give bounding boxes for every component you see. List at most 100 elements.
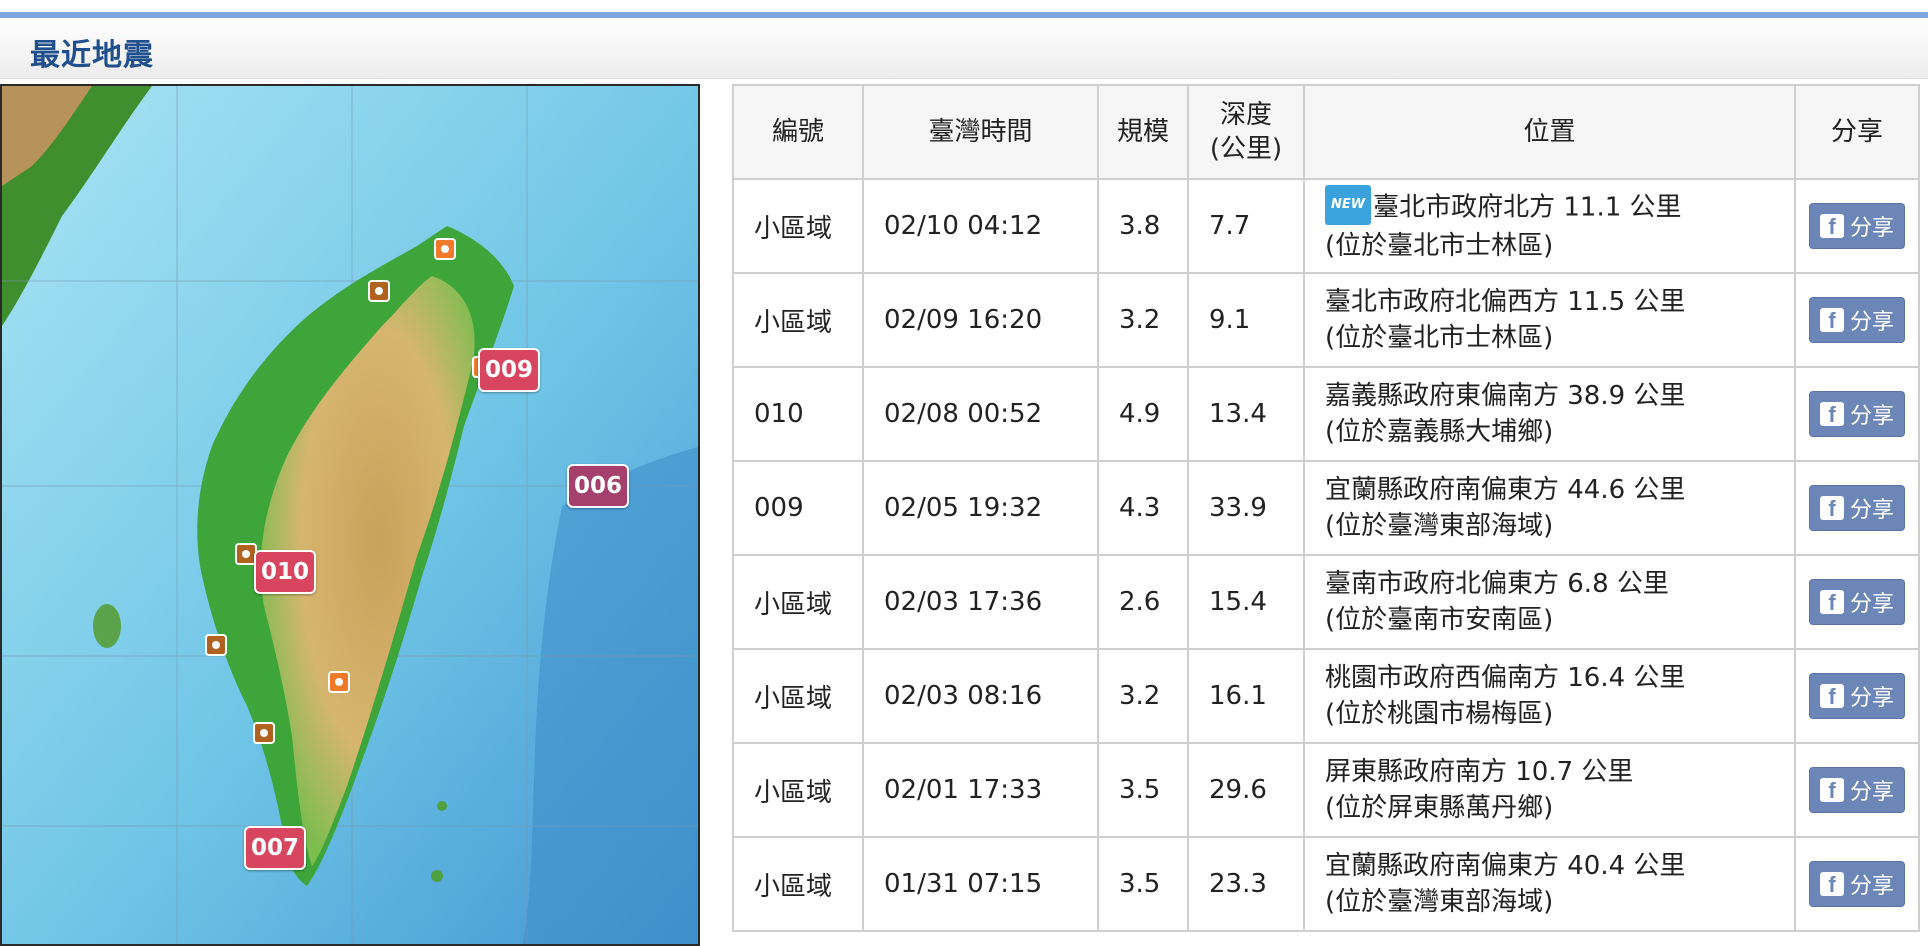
col-header-share: 分享 (1794, 84, 1920, 180)
location-line1: 屏東縣政府南方 10.7 公里 (1325, 757, 1634, 787)
small-quake-marker[interactable] (205, 634, 227, 656)
col-header-location: 位置 (1303, 84, 1796, 180)
facebook-share-button[interactable]: f 分享 (1808, 861, 1905, 907)
small-quake-marker[interactable] (434, 238, 456, 260)
col-header-magnitude: 規模 (1097, 84, 1189, 180)
cell-depth: 33.9 (1187, 460, 1305, 556)
table-row[interactable]: 小區域 02/10 04:12 3.8 7.7 NEW 臺北市政府北方 11.1 公里 (位… (732, 178, 1920, 274)
location-line1: 臺南市政府北偏東方 6.8 公里 (1325, 569, 1669, 599)
share-label: 分享 (1849, 216, 1894, 241)
section-header: 最近地震 (0, 18, 1928, 79)
location-text: NEW 臺北市政府北方 11.1 公里 (位於臺北市士林區) (1325, 185, 1794, 264)
facebook-share-button[interactable]: f 分享 (1808, 391, 1905, 437)
table-row[interactable]: 小區域 02/09 16:20 3.2 9.1 臺北市政府北偏西方 11.5 公里 (位於… (732, 272, 1920, 368)
cell-time: 02/10 04:12 (862, 178, 1099, 274)
location-line1: 宜蘭縣政府南偏東方 44.6 公里 (1325, 475, 1686, 505)
share-label: 分享 (1849, 404, 1894, 429)
cell-share: f 分享 (1794, 648, 1920, 744)
table-row[interactable]: 009 02/05 19:32 4.3 33.9 宜蘭縣政府南偏東方 44.6 公里 (位… (732, 460, 1920, 556)
location-line2: (位於臺北市士林區) (1325, 231, 1554, 261)
cell-location[interactable]: 嘉義縣政府東偏南方 38.9 公里 (位於嘉義縣大埔鄉) (1303, 366, 1796, 462)
facebook-share-button[interactable]: f 分享 (1808, 297, 1905, 343)
location-text: 屏東縣政府南方 10.7 公里 (位於屏東縣萬丹鄉) (1325, 754, 1794, 826)
location-line1: 嘉義縣政府東偏南方 38.9 公里 (1325, 381, 1686, 411)
table-row[interactable]: 小區域 02/03 08:16 3.2 16.1 桃園市政府西偏南方 16.4 公里 (位… (732, 648, 1920, 744)
table-row[interactable]: 小區域 01/31 07:15 3.5 23.3 宜蘭縣政府南偏東方 40.4 公里 (位… (732, 836, 1920, 932)
cell-location[interactable]: 宜蘭縣政府南偏東方 40.4 公里 (位於臺灣東部海域) (1303, 836, 1796, 932)
table-row[interactable]: 010 02/08 00:52 4.9 13.4 嘉義縣政府東偏南方 38.9 公里 (位… (732, 366, 1920, 462)
cell-location[interactable]: 宜蘭縣政府南偏東方 44.6 公里 (位於臺灣東部海域) (1303, 460, 1796, 556)
cell-location[interactable]: NEW 臺北市政府北方 11.1 公里 (位於臺北市士林區) (1303, 178, 1796, 274)
cell-depth: 15.4 (1187, 554, 1305, 650)
facebook-icon: f (1819, 214, 1844, 239)
small-quake-marker[interactable] (368, 280, 390, 302)
share-label: 分享 (1849, 874, 1894, 899)
cell-id: 小區域 (732, 554, 864, 650)
cell-id: 小區域 (732, 272, 864, 368)
location-text: 宜蘭縣政府南偏東方 40.4 公里 (位於臺灣東部海域) (1325, 848, 1794, 920)
share-label: 分享 (1849, 686, 1894, 711)
facebook-share-button[interactable]: f 分享 (1808, 579, 1905, 625)
cell-share: f 分享 (1794, 272, 1920, 368)
location-line2: (位於臺灣東部海域) (1325, 887, 1554, 917)
location-line2: (位於嘉義縣大埔鄉) (1325, 417, 1554, 447)
small-quake-marker[interactable] (328, 671, 350, 693)
cell-id: 010 (732, 366, 864, 462)
location-line2: (位於屏東縣萬丹鄉) (1325, 793, 1554, 823)
new-badge: NEW (1325, 185, 1372, 225)
facebook-icon: f (1819, 778, 1844, 803)
col-header-depth: 深度 (公里) (1187, 84, 1305, 180)
location-line2: (位於臺北市士林區) (1325, 323, 1554, 353)
cell-depth: 16.1 (1187, 648, 1305, 744)
cell-location[interactable]: 臺南市政府北偏東方 6.8 公里 (位於臺南市安南區) (1303, 554, 1796, 650)
location-text: 臺北市政府北偏西方 11.5 公里 (位於臺北市士林區) (1325, 284, 1794, 356)
location-line1: 宜蘭縣政府南偏東方 40.4 公里 (1325, 851, 1686, 881)
cell-magnitude: 4.3 (1097, 460, 1189, 556)
cell-magnitude: 3.2 (1097, 648, 1189, 744)
cell-time: 02/09 16:20 (862, 272, 1099, 368)
facebook-share-button[interactable]: f 分享 (1808, 767, 1905, 813)
col-header-time: 臺灣時間 (862, 84, 1099, 180)
cell-location[interactable]: 屏東縣政府南方 10.7 公里 (位於屏東縣萬丹鄉) (1303, 742, 1796, 838)
facebook-share-button[interactable]: f 分享 (1808, 673, 1905, 719)
share-label: 分享 (1849, 310, 1894, 335)
cell-location[interactable]: 桃園市政府西偏南方 16.4 公里 (位於桃園市楊梅區) (1303, 648, 1796, 744)
table-row[interactable]: 小區域 02/01 17:33 3.5 29.6 屏東縣政府南方 10.7 公里 (位於屏… (732, 742, 1920, 838)
location-line1: 桃園市政府西偏南方 16.4 公里 (1325, 663, 1686, 693)
share-label: 分享 (1849, 498, 1894, 523)
facebook-icon: f (1819, 402, 1844, 427)
location-line1: 臺北市政府北方 11.1 公里 (1373, 192, 1682, 223)
cell-share: f 分享 (1794, 742, 1920, 838)
cell-time: 02/05 19:32 (862, 460, 1099, 556)
col-header-depth-line1: 深度 (1219, 100, 1272, 130)
quake-pin-006[interactable]: 006 (567, 464, 629, 508)
cell-depth: 13.4 (1187, 366, 1305, 462)
cell-share: f 分享 (1794, 554, 1920, 650)
quake-pin-009[interactable]: 009 (478, 348, 540, 392)
cell-id: 小區域 (732, 836, 864, 932)
cell-time: 01/31 07:15 (862, 836, 1099, 932)
cell-location[interactable]: 臺北市政府北偏西方 11.5 公里 (位於臺北市士林區) (1303, 272, 1796, 368)
earthquake-map[interactable]: 009 006 010 007 (0, 84, 700, 946)
section-title: 最近地震 (30, 38, 154, 73)
table-header-row: 編號 臺灣時間 規模 深度 (公里) 位置 分享 (732, 84, 1920, 180)
share-label: 分享 (1849, 780, 1894, 805)
cell-id: 小區域 (732, 178, 864, 274)
cell-magnitude: 2.6 (1097, 554, 1189, 650)
cell-share: f 分享 (1794, 836, 1920, 932)
cell-magnitude: 3.5 (1097, 836, 1189, 932)
quake-pin-007[interactable]: 007 (244, 826, 306, 870)
facebook-icon: f (1819, 308, 1844, 333)
col-header-id: 編號 (732, 84, 864, 180)
facebook-share-button[interactable]: f 分享 (1808, 485, 1905, 531)
cell-time: 02/01 17:33 (862, 742, 1099, 838)
earthquake-table: 編號 臺灣時間 規模 深度 (公里) 位置 分享 小區域 02/10 04:12 3… (732, 84, 1920, 932)
small-quake-marker[interactable] (253, 722, 275, 744)
facebook-icon: f (1819, 684, 1844, 709)
cell-magnitude: 3.2 (1097, 272, 1189, 368)
quake-pin-010[interactable]: 010 (254, 550, 316, 594)
cell-magnitude: 3.5 (1097, 742, 1189, 838)
table-row[interactable]: 小區域 02/03 17:36 2.6 15.4 臺南市政府北偏東方 6.8 公里 (位於… (732, 554, 1920, 650)
facebook-icon: f (1819, 872, 1844, 897)
facebook-share-button[interactable]: f 分享 (1808, 203, 1905, 249)
